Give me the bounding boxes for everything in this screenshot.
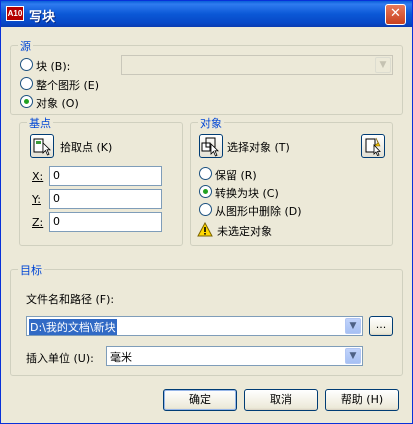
chevron-down-icon[interactable]: ▼ — [345, 348, 361, 364]
warning-icon — [197, 222, 213, 237]
ok-button[interactable]: 确定 — [163, 389, 237, 411]
entire-drawing-label: 整个图形 (E) — [36, 79, 100, 92]
objects-group: 对象 选择对象 (T) 保留 (R) 转换为块 (C) 从图形中删除 (D) 未… — [190, 115, 393, 246]
objects-radio[interactable] — [20, 95, 33, 108]
browse-button[interactable]: ... — [369, 316, 393, 336]
window-title: 写块 — [29, 10, 56, 25]
entire-drawing-radio[interactable] — [20, 77, 33, 90]
autocad-app-icon: A10 — [6, 6, 24, 21]
write-block-dialog: A10 写块 ✕ 源 块 (B): ▼ 整个图形 (E) 对象 (O) 基点 拾… — [0, 0, 413, 424]
delete-from-drawing-radio[interactable] — [199, 203, 212, 216]
block-radio-label: 块 (B): — [36, 60, 71, 73]
filename-path-value: D:\我的文档\新块 — [29, 319, 117, 335]
convert-to-block-label: 转换为块 (C) — [215, 187, 279, 200]
convert-to-block-radio[interactable] — [199, 185, 212, 198]
cancel-button[interactable]: 取消 — [244, 389, 318, 411]
pick-point-label: 拾取点 (K) — [60, 141, 113, 154]
filename-path-combo[interactable]: D:\我的文档\新块 ▼ — [26, 316, 363, 336]
filename-label: 文件名和路径 (F): — [26, 293, 115, 306]
base-point-group: 基点 拾取点 (K) X: 0 Y: 0 Z: 0 — [19, 115, 183, 246]
chevron-down-icon: ▼ — [375, 57, 391, 73]
title-bar: A10 写块 ✕ — [1, 1, 412, 27]
z-coordinate-input[interactable]: 0 — [49, 212, 162, 232]
retain-radio[interactable] — [199, 167, 212, 180]
y-coordinate-input[interactable]: 0 — [49, 189, 162, 209]
objects-radio-label: 对象 (O) — [36, 97, 79, 110]
select-objects-icon — [201, 137, 219, 157]
quick-select-button[interactable] — [361, 134, 385, 158]
block-radio[interactable] — [20, 58, 33, 71]
help-button[interactable]: 帮助 (H) — [325, 389, 399, 411]
z-label: Z: — [32, 216, 44, 229]
select-objects-button[interactable] — [199, 134, 223, 158]
source-group: 源 块 (B): ▼ 整个图形 (E) 对象 (O) — [10, 38, 403, 115]
quick-select-icon — [365, 137, 381, 156]
y-label: Y: — [32, 193, 41, 206]
objects-legend: 对象 — [198, 115, 224, 131]
chevron-down-icon[interactable]: ▼ — [345, 318, 361, 334]
destination-group: 目标 文件名和路径 (F): D:\我的文档\新块 ▼ ... 插入单位 (U)… — [10, 262, 403, 376]
source-legend: 源 — [18, 38, 33, 54]
insert-units-value: 毫米 — [110, 351, 132, 364]
pick-point-button[interactable] — [30, 134, 54, 158]
close-button[interactable]: ✕ — [385, 4, 406, 25]
destination-legend: 目标 — [18, 262, 44, 278]
insert-units-combo[interactable]: 毫米 ▼ — [106, 346, 363, 366]
pick-point-icon — [33, 138, 51, 156]
delete-from-drawing-label: 从图形中删除 (D) — [215, 205, 302, 218]
base-point-legend: 基点 — [27, 115, 53, 131]
retain-label: 保留 (R) — [215, 169, 257, 182]
block-name-combo[interactable]: ▼ — [121, 55, 393, 75]
no-objects-selected-text: 未选定对象 — [217, 225, 272, 238]
select-objects-label: 选择对象 (T) — [227, 141, 290, 154]
x-coordinate-input[interactable]: 0 — [49, 166, 162, 186]
insert-units-label: 插入单位 (U): — [26, 352, 94, 365]
x-label: X: — [32, 170, 44, 183]
